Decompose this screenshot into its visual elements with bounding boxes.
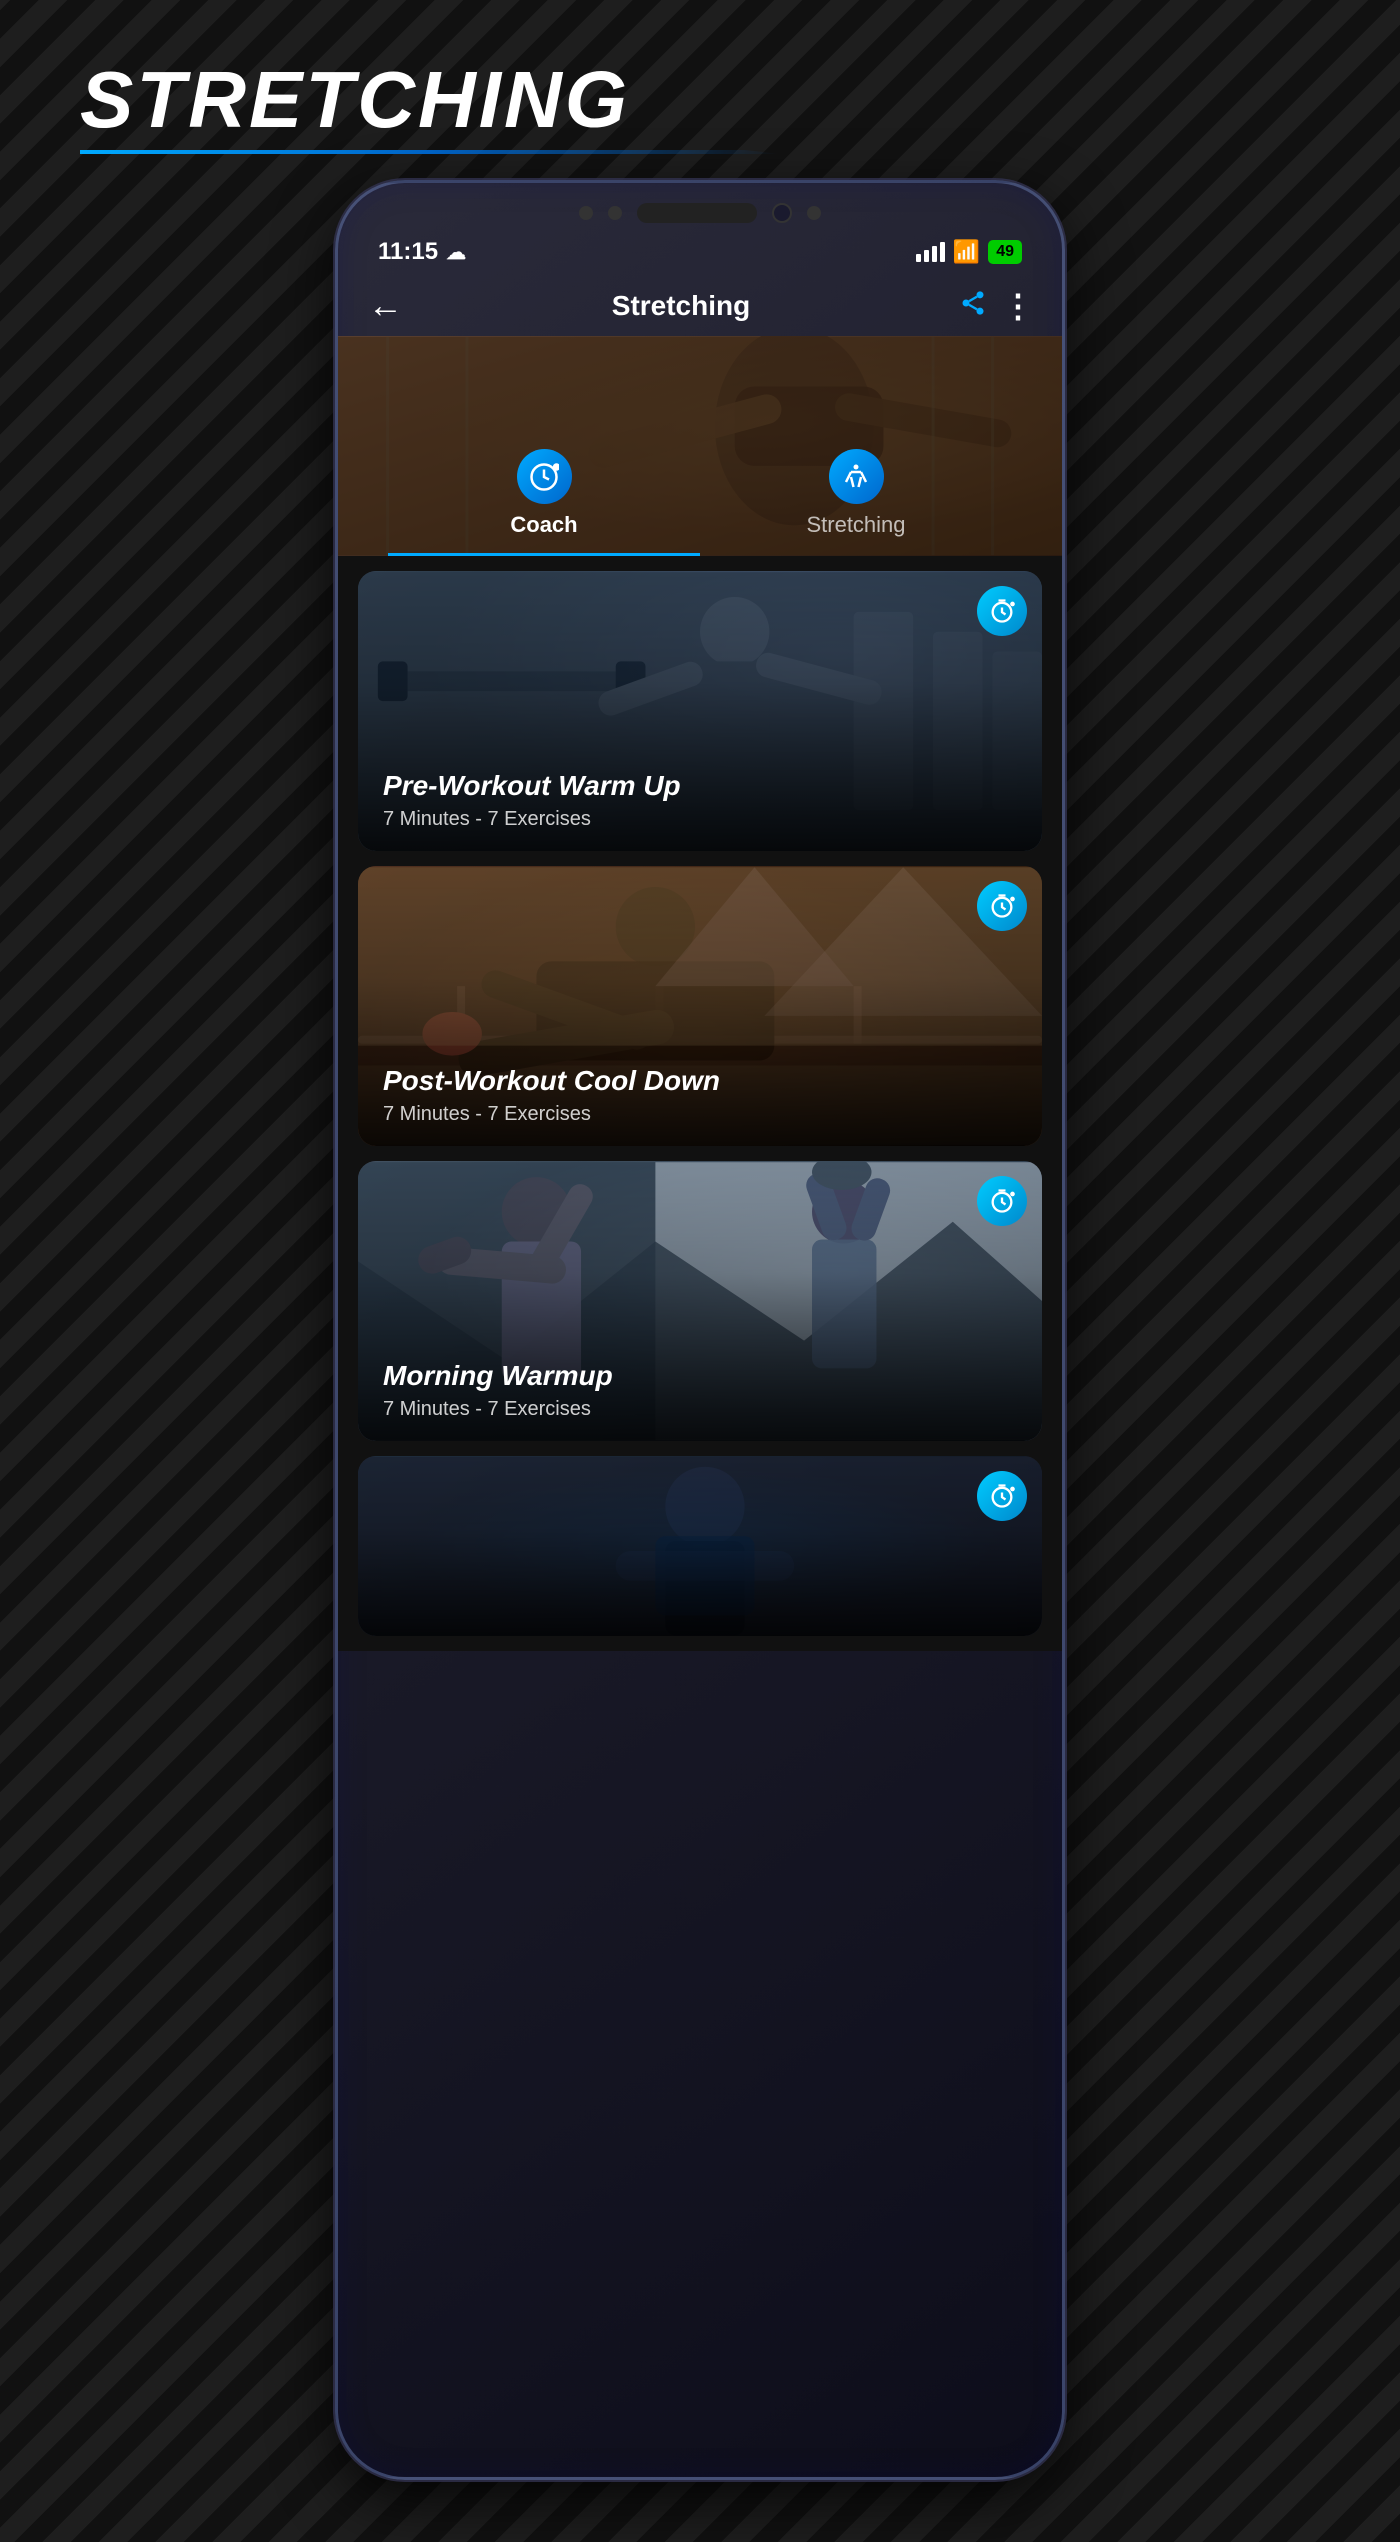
page-wrapper: STRETCHING 11:15 ☁ (0, 0, 1400, 2542)
card-2-title: Post-Workout Cool Down (383, 1065, 1017, 1097)
back-button[interactable]: ← (368, 286, 403, 326)
header-section: STRETCHING (0, 0, 1400, 154)
wifi-icon: 📶 (953, 239, 980, 265)
topbar-icons: ⋮ (959, 289, 1032, 324)
status-right: 📶 49 (916, 239, 1022, 265)
workout-card-4[interactable] (358, 1456, 1042, 1636)
workout-card-post-workout[interactable]: Post-Workout Cool Down 7 Minutes - 7 Exe… (358, 866, 1042, 1146)
more-options-icon[interactable]: ⋮ (1002, 290, 1032, 322)
card-1-content: Pre-Workout Warm Up 7 Minutes - 7 Exerci… (358, 750, 1042, 851)
title-underline (80, 150, 780, 154)
signal-bar-2 (924, 250, 929, 262)
card-3-subtitle: 7 Minutes - 7 Exercises (383, 1398, 1017, 1421)
tabs-container: Coach Stretching (338, 449, 1062, 556)
card-1-timer-icon (977, 586, 1027, 636)
card-2-subtitle: 7 Minutes - 7 Exercises (383, 1103, 1017, 1126)
status-bar: 11:15 ☁ 📶 49 (338, 233, 1062, 276)
notch-dot-mid (608, 206, 622, 220)
workout-card-morning-warmup[interactable]: Morning Warmup 7 Minutes - 7 Exercises (358, 1161, 1042, 1441)
share-icon[interactable] (959, 289, 987, 324)
cloud-icon: ☁ (446, 240, 466, 265)
card-2-timer-icon (977, 881, 1027, 931)
signal-bar-3 (932, 246, 937, 262)
coach-tab-icon (517, 449, 572, 504)
stretching-tab-label: Stretching (806, 512, 905, 538)
signal-bars (916, 242, 945, 262)
card-3-title: Morning Warmup (383, 1360, 1017, 1392)
tab-stretching[interactable]: Stretching (700, 449, 1012, 556)
status-time: 11:15 (378, 238, 438, 266)
tab-coach[interactable]: Coach (388, 449, 700, 556)
hero-area: Coach Stretching (338, 336, 1062, 556)
battery-indicator: 49 (988, 240, 1022, 264)
phone-frame: 11:15 ☁ 📶 49 ← (335, 180, 1065, 2480)
card-3-content: Morning Warmup 7 Minutes - 7 Exercises (358, 1340, 1042, 1441)
signal-bar-4 (940, 242, 945, 262)
card-1-subtitle: 7 Minutes - 7 Exercises (383, 808, 1017, 831)
card-3-timer-icon (977, 1176, 1027, 1226)
app-topbar: ← Stretching ⋮ (338, 276, 1062, 336)
notch-dot-right (807, 206, 821, 220)
card-2-content: Post-Workout Cool Down 7 Minutes - 7 Exe… (358, 1045, 1042, 1146)
phone-container: 11:15 ☁ 📶 49 ← (335, 180, 1065, 2480)
cards-list: Pre-Workout Warm Up 7 Minutes - 7 Exerci… (338, 556, 1062, 1651)
notch-speaker (637, 203, 757, 223)
notch-dot-left (579, 206, 593, 220)
stretching-tab-icon (829, 449, 884, 504)
coach-tab-label: Coach (510, 512, 577, 538)
phone-notch-area (338, 183, 1062, 233)
workout-card-pre-workout[interactable]: Pre-Workout Warm Up 7 Minutes - 7 Exerci… (358, 571, 1042, 851)
card-4-timer-icon (977, 1471, 1027, 1521)
signal-bar-1 (916, 254, 921, 262)
status-left: 11:15 ☁ (378, 238, 466, 266)
page-title: STRETCHING (80, 60, 1320, 140)
card-1-title: Pre-Workout Warm Up (383, 770, 1017, 802)
app-title-text: Stretching (612, 290, 750, 322)
notch-camera (772, 203, 792, 223)
card-4-overlay (358, 1456, 1042, 1636)
